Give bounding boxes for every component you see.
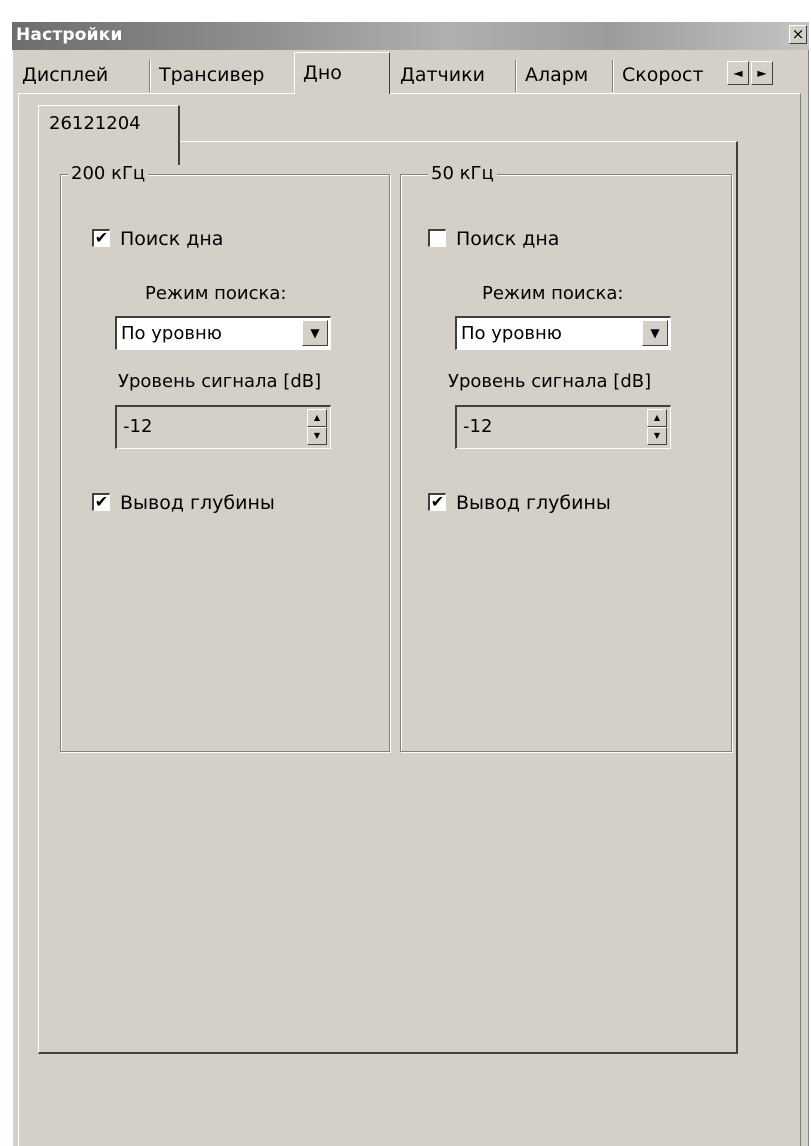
tab-display[interactable]: Дисплей [14, 60, 150, 92]
group-200khz-title: 200 кГц [68, 163, 149, 185]
tab-strip: Дисплей Трансивер Дно Датчики Аларм Скор… [12, 50, 809, 94]
signal-level-label: Уровень сигнала [dB] [118, 371, 322, 392]
dropdown-arrow-icon[interactable]: ▼ [302, 320, 328, 346]
tab-alarm[interactable]: Аларм [517, 60, 613, 92]
dropdown-arrow-icon[interactable]: ▼ [642, 320, 668, 346]
signal-level-spinner-50[interactable]: -12 ▲ ▼ [455, 405, 671, 449]
depth-output-label: Вывод глубины [456, 492, 611, 514]
title-bar[interactable]: Настройки × [12, 22, 809, 50]
arrow-right-icon: ► [757, 66, 767, 80]
search-mode-label: Режим поиска: [482, 283, 624, 304]
search-mode-label: Режим поиска: [145, 283, 287, 304]
spin-up-icon[interactable]: ▲ [307, 409, 327, 427]
tab-speed[interactable]: Скорост [614, 60, 724, 92]
device-tab[interactable]: 26121204 [38, 105, 180, 165]
bottom-search-label: Поиск дна [456, 228, 560, 250]
group-50khz [400, 174, 732, 752]
group-50khz-title: 50 кГц [428, 163, 497, 185]
search-mode-select-50[interactable]: По уровню ▼ [455, 316, 671, 350]
depth-output-label: Вывод глубины [120, 492, 275, 514]
tab-sensors[interactable]: Датчики [392, 60, 516, 92]
window-title: Настройки [16, 25, 123, 45]
tab-bottom[interactable]: Дно [294, 52, 390, 94]
signal-level-label: Уровень сигнала [dB] [448, 371, 652, 392]
spin-down-icon[interactable]: ▼ [647, 427, 667, 445]
tab-scroll-left-button[interactable]: ◄ [727, 61, 749, 85]
signal-level-value: -12 [123, 416, 153, 437]
tab-scroll-right-button[interactable]: ► [751, 61, 773, 85]
spin-down-icon[interactable]: ▼ [307, 427, 327, 445]
tab-transceiver[interactable]: Трансивер [151, 60, 293, 92]
checkbox-checked-icon[interactable]: ✔ [92, 493, 110, 511]
spin-up-icon[interactable]: ▲ [647, 409, 667, 427]
checkbox-checked-icon[interactable]: ✔ [92, 229, 110, 247]
close-button[interactable]: × [789, 25, 807, 44]
signal-level-spinner-200[interactable]: -12 ▲ ▼ [115, 405, 331, 449]
bottom-search-label: Поиск дна [120, 228, 224, 250]
group-200khz [60, 174, 390, 752]
search-mode-value: По уровню [461, 323, 562, 344]
search-mode-value: По уровню [121, 323, 222, 344]
search-mode-select-200[interactable]: По уровню ▼ [115, 316, 331, 350]
checkbox-checked-icon[interactable]: ✔ [428, 493, 446, 511]
signal-level-value: -12 [463, 416, 493, 437]
arrow-left-icon: ◄ [733, 66, 743, 80]
checkbox-unchecked-icon[interactable] [428, 229, 446, 247]
